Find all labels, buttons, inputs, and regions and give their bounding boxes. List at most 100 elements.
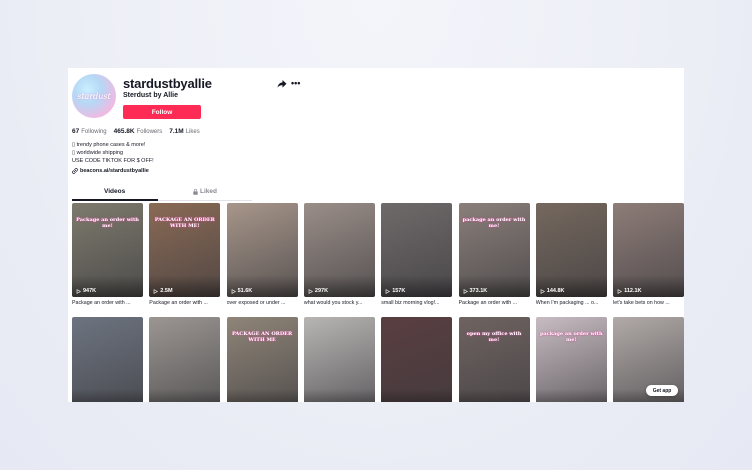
play-icon <box>463 288 468 294</box>
avatar[interactable]: stardust <box>72 74 116 118</box>
following-stat[interactable]: 67 Following <box>72 128 107 135</box>
follow-button[interactable]: Follow <box>123 105 201 119</box>
video-thumbnail[interactable]: PACKAGE AN ORDER WITH ME! 2.5M <box>149 203 221 297</box>
video-card[interactable]: PACKAGE AN ORDER WITH ME <box>226 317 298 402</box>
view-count: 51.6K <box>231 288 253 294</box>
bio-link-text: beacons.ai/stardustbyallie <box>80 168 149 174</box>
view-count: 947K <box>76 288 96 294</box>
video-thumbnail[interactable] <box>149 317 221 402</box>
profile-tabs: Videos Liked <box>72 185 252 201</box>
video-overlay-text: package an order with me! <box>462 217 526 229</box>
play-icon <box>153 288 159 294</box>
video-card[interactable]: package an order with me! 373.1K Package a… <box>458 203 530 306</box>
video-thumbnail[interactable]: 112.1K <box>613 203 684 297</box>
username: stardustbyallie <box>123 76 212 91</box>
view-count: 157K <box>385 288 405 294</box>
video-overlay-text: package an order with me! <box>539 331 603 343</box>
video-thumbnail[interactable]: Package an order with me! 947K <box>72 203 143 297</box>
video-caption[interactable]: over exposed or under ... <box>227 300 298 306</box>
video-thumbnail[interactable] <box>72 317 143 402</box>
tab-liked[interactable]: Liked <box>193 188 217 195</box>
view-count: 144.8K <box>540 288 565 294</box>
likes-label: Likes <box>185 129 200 135</box>
bio-emoji-icon: ▯ <box>72 142 76 148</box>
thumbnail-shade <box>535 389 607 402</box>
tab-videos[interactable]: Videos <box>104 188 125 195</box>
video-overlay-text: open my office with me! <box>466 331 522 343</box>
video-caption[interactable]: Package an order with ... <box>72 300 143 306</box>
get-app-button[interactable]: Get app <box>646 385 678 396</box>
profile-stats: 67 Following 465.8K Followers 7.1M Likes <box>72 128 200 135</box>
video-caption[interactable]: Package an order with ... <box>459 300 530 306</box>
video-overlay-text: PACKAGE AN ORDER WITH ME! <box>154 217 215 229</box>
video-thumbnail[interactable] <box>303 317 375 402</box>
view-count-text: 51.6K <box>237 288 253 294</box>
view-count-text: 112.1K <box>624 288 642 294</box>
video-caption[interactable]: When I'm packaging ... o... <box>536 300 607 306</box>
video-thumbnail[interactable] <box>381 317 453 402</box>
thumbnail-shade <box>458 389 530 402</box>
video-caption[interactable]: small biz morning vlog!... <box>381 300 452 306</box>
video-thumbnail[interactable]: package an order with me! 373.1K <box>458 203 530 297</box>
video-card[interactable]: 51.6K over exposed or under ... <box>226 203 298 306</box>
video-thumbnail[interactable]: open my office with me! <box>458 317 530 402</box>
video-thumbnail[interactable]: 144.8K <box>535 203 607 297</box>
bio-line-3: USE CODE TIKTOK FOR $ OFF! <box>72 158 154 164</box>
followers-count: 465.8K <box>113 128 135 135</box>
video-overlay-text: PACKAGE AN ORDER WITH ME <box>232 331 293 343</box>
video-card[interactable] <box>381 317 453 402</box>
video-thumbnail[interactable]: PACKAGE AN ORDER WITH ME <box>226 317 298 402</box>
play-icon <box>617 288 623 294</box>
view-count-text: 297K <box>314 288 329 294</box>
view-count: 2.5M <box>153 288 173 294</box>
view-count: 112.1K <box>617 288 642 294</box>
avatar-logo-text: stardust <box>77 91 111 101</box>
view-count: 297K <box>308 288 328 294</box>
profile-page: stardust stardustbyallie Sterdust by All… <box>68 68 684 402</box>
video-caption[interactable]: let's take bets on how ... <box>613 300 684 306</box>
video-thumbnail[interactable]: 51.6K <box>226 203 298 297</box>
video-card[interactable]: Package an order with me! 947K Package an … <box>72 203 143 306</box>
active-tab-indicator <box>72 199 158 201</box>
lock-icon <box>193 188 198 195</box>
link-icon <box>72 168 78 174</box>
more-options-icon[interactable]: ••• <box>291 78 303 88</box>
likes-stat: 7.1M Likes <box>169 128 199 135</box>
likes-count: 7.1M <box>169 128 184 135</box>
bio-link[interactable]: beacons.ai/stardustbyallie <box>72 168 149 174</box>
video-card[interactable]: 297K what would you stock y... <box>303 203 375 306</box>
video-card[interactable]: 157K small biz morning vlog!... <box>381 203 453 306</box>
view-count-text: 157K <box>392 288 406 294</box>
thumbnail-shade <box>381 389 453 402</box>
video-card[interactable]: package an order with me! <box>535 317 607 402</box>
share-icon[interactable] <box>277 79 287 89</box>
video-caption[interactable]: Package an order with ... <box>149 300 220 306</box>
play-icon <box>308 288 313 294</box>
following-count: 67 <box>72 128 80 135</box>
thumbnail-shade <box>303 389 375 402</box>
following-label: Following <box>81 129 107 135</box>
video-card[interactable]: PACKAGE AN ORDER WITH ME! 2.5M Package an … <box>149 203 221 306</box>
thumbnail-shade <box>149 389 221 402</box>
thumbnail-shade <box>72 389 143 402</box>
video-card[interactable]: 112.1K let's take bets on how ... <box>613 203 684 306</box>
video-card[interactable] <box>303 317 375 402</box>
display-name: Sterdust by Allie <box>123 92 178 99</box>
bio-line-1: trendy phone cases & more! <box>76 142 146 148</box>
bio-emoji-icon: ▯ <box>72 150 76 156</box>
view-count-text: 947K <box>83 288 97 294</box>
play-icon <box>231 288 236 294</box>
video-card[interactable]: open my office with me! <box>458 317 530 402</box>
view-count: 373.1K <box>463 288 487 294</box>
followers-stat[interactable]: 465.8K Followers <box>114 128 163 135</box>
video-card[interactable] <box>149 317 221 402</box>
video-caption[interactable]: what would you stock y... <box>304 300 375 306</box>
video-thumbnail[interactable]: 157K <box>381 203 453 297</box>
video-thumbnail[interactable]: package an order with me! <box>535 317 607 402</box>
play-icon <box>76 288 81 294</box>
play-icon <box>540 288 545 294</box>
view-count-text: 2.5M <box>160 288 173 294</box>
video-card[interactable] <box>72 317 143 402</box>
video-thumbnail[interactable]: 297K <box>303 203 375 297</box>
video-card[interactable]: 144.8K When I'm packaging ... o... <box>535 203 607 306</box>
